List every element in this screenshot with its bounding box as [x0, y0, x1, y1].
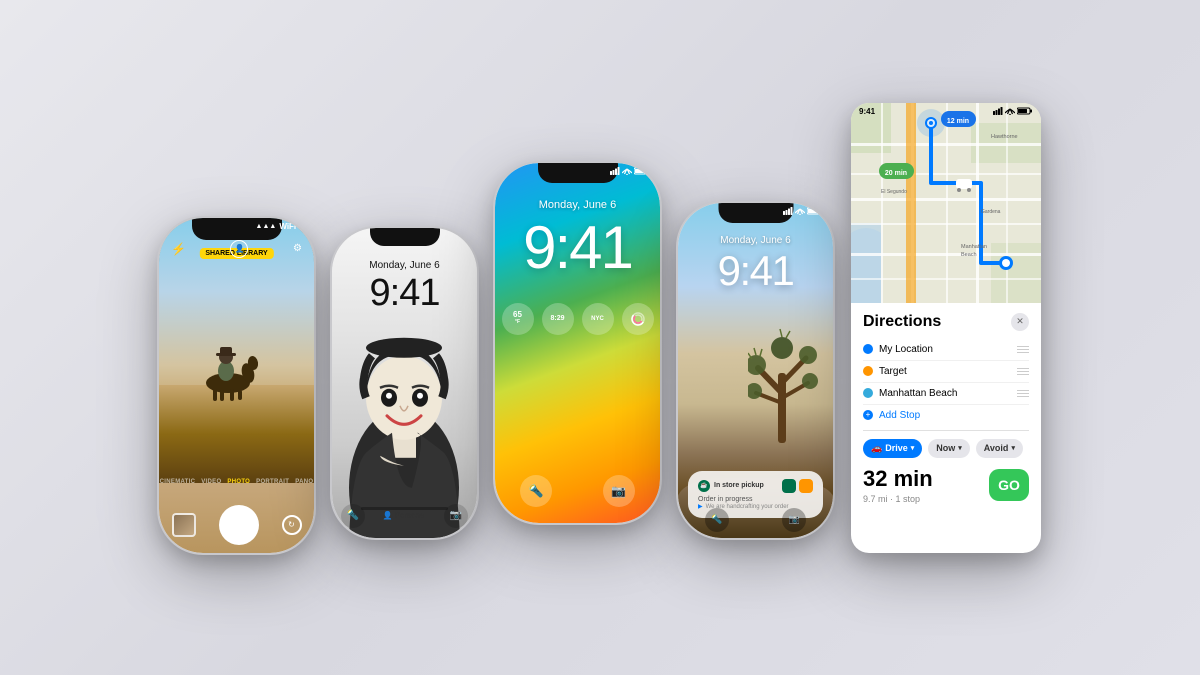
lockscreen-date-4: Monday, June 6: [678, 235, 833, 246]
camera-button[interactable]: 📷: [444, 504, 468, 528]
torch-button-3[interactable]: 🔦: [520, 475, 552, 507]
mode-portrait[interactable]: PORTRAIT: [256, 479, 289, 485]
drive-button[interactable]: 🚗 Drive ▾: [863, 439, 922, 458]
activity-widget: [622, 303, 654, 335]
camera-button-3[interactable]: 📷: [603, 475, 635, 507]
status-icons: ▲▲▲ WiFi □: [256, 222, 304, 231]
people-icon[interactable]: 👤: [230, 240, 248, 258]
manhattan-dot: [863, 388, 873, 398]
maps-panel: 12 min 20 min Hawthorne El Segundo Garde…: [851, 103, 1041, 553]
joshua-tree: [748, 313, 818, 448]
svg-text:12 min: 12 min: [947, 118, 969, 125]
avoid-button[interactable]: Avoid ▾: [976, 439, 1023, 458]
notif-order-text: Order in progress: [698, 496, 813, 503]
widgets-row: 65 °F 8:29 NYC: [495, 303, 660, 335]
mode-photo[interactable]: PHOTO: [227, 479, 250, 485]
my-location-text: My Location: [879, 344, 1011, 355]
camera-top-controls: ⚡ 👤 ⚙: [171, 240, 302, 258]
go-button[interactable]: GO: [989, 469, 1029, 501]
close-button[interactable]: ✕: [1011, 313, 1029, 331]
mode-video[interactable]: VIDEO: [201, 479, 221, 485]
divider: [863, 430, 1029, 431]
drag-handle[interactable]: [1017, 346, 1029, 353]
my-location-dot: [863, 344, 873, 354]
location-widget: NYC: [582, 303, 614, 335]
maps-status-time: 9:41: [859, 107, 875, 116]
time-widget: 8:29: [542, 303, 574, 335]
phone-lockscreen-color: Monday, June 6 9:41 65 °F 8:29 NYC: [495, 163, 660, 523]
torch-button[interactable]: 🔦: [341, 504, 365, 528]
route-time: 32 min: [863, 466, 933, 492]
status-icons-4: [783, 207, 823, 215]
lockscreen-bottom-3: 🔦 📷: [495, 475, 660, 507]
avoid-chevron: ▾: [1011, 444, 1015, 452]
phone-camera: ⚡ ▲▲▲ WiFi □ SHARED LIBRARY ⚡ 👤 ⚙ CINEMA…: [159, 218, 314, 553]
map-view[interactable]: 12 min 20 min Hawthorne El Segundo Garde…: [851, 103, 1041, 303]
svg-text:El Segundo: El Segundo: [881, 189, 907, 195]
mode-pano[interactable]: PANO: [295, 479, 313, 485]
starbucks-app-icon: [782, 479, 796, 493]
maps-status-icons: [993, 107, 1033, 115]
photo-thumbnail[interactable]: [172, 513, 196, 537]
lockscreen-bottom: 🔦 👤 Personal 📷: [332, 504, 477, 528]
shutter-button[interactable]: [221, 507, 257, 543]
car-icon: 🚗: [871, 443, 882, 454]
plus-icon: +: [863, 410, 873, 420]
camera-bottom-controls: ↻: [159, 507, 314, 543]
route-stop-target: Target: [863, 361, 1029, 383]
lockscreen-date-3: Monday, June 6: [495, 199, 660, 211]
drive-chevron: ▾: [911, 444, 915, 452]
target-text: Target: [879, 366, 1011, 377]
status-icons-3: [610, 167, 650, 175]
phones-container: ⚡ ▲▲▲ WiFi □ SHARED LIBRARY ⚡ 👤 ⚙ CINEMA…: [159, 103, 1041, 573]
lockscreen-time-3: 9:41: [495, 213, 660, 282]
settings-icon[interactable]: ⚙: [293, 243, 302, 254]
directions-title: Directions: [863, 313, 941, 331]
route-info: 32 min 9.7 mi · 1 stop: [863, 466, 933, 504]
camera-button-4[interactable]: 📷: [782, 508, 806, 532]
manhattan-text: Manhattan Beach: [879, 388, 1011, 399]
starbucks-icon: ☕: [698, 480, 710, 492]
phone-lockscreen-bw: Monday, June 6 9:41 🔦 👤 Personal 📷: [332, 228, 477, 538]
directions-header: Directions ✕: [863, 313, 1029, 331]
route-options: 🚗 Drive ▾ Now ▾ Avoid ▾: [863, 439, 1029, 458]
route-stop-location: My Location: [863, 339, 1029, 361]
mode-cinematic[interactable]: CINEMATIC: [160, 479, 196, 485]
torch-button-4[interactable]: 🔦: [705, 508, 729, 532]
route-distance: 9.7 mi · 1 stop: [863, 494, 933, 504]
route-stop-manhattan: Manhattan Beach: [863, 383, 1029, 405]
flash-icon[interactable]: ⚡: [171, 242, 186, 256]
svg-text:Manhattan: Manhattan: [961, 244, 987, 250]
lockscreen-time: 9:41: [332, 272, 477, 315]
lockscreen-bottom-4: 🔦 📷: [678, 508, 833, 532]
camera-mode-bar: CINEMATIC VIDEO PHOTO PORTRAIT PANO: [159, 479, 314, 485]
add-stop-row[interactable]: + Add Stop: [863, 405, 1029, 426]
delivery-app-icon: [799, 479, 813, 493]
personal-label: 👤 Personal: [383, 511, 427, 520]
lockscreen-time-4: 9:41: [678, 247, 833, 295]
now-chevron: ▾: [958, 444, 962, 452]
drag-handle-3[interactable]: [1017, 390, 1029, 397]
svg-text:Gardena: Gardena: [981, 209, 1001, 215]
status-time: ⚡: [169, 222, 179, 231]
svg-text:Beach: Beach: [961, 252, 977, 258]
target-dot: [863, 366, 873, 376]
now-button[interactable]: Now ▾: [928, 439, 970, 458]
flip-camera-icon[interactable]: ↻: [282, 515, 302, 535]
svg-text:Hawthorne: Hawthorne: [991, 134, 1018, 140]
phone-lockscreen-desert: Monday, June 6 9:41 ☕ In store pickup Or…: [678, 203, 833, 538]
notif-store-label: In store pickup: [714, 482, 778, 489]
directions-panel: Directions ✕ My Location Target: [851, 303, 1041, 514]
route-summary: 32 min 9.7 mi · 1 stop GO: [863, 466, 1029, 504]
svg-text:20 min: 20 min: [885, 170, 907, 177]
lockscreen-date: Monday, June 6: [332, 260, 477, 271]
notif-app-icons: [782, 479, 813, 493]
drag-handle-2[interactable]: [1017, 368, 1029, 375]
weather-widget: 65 °F: [502, 303, 534, 335]
add-stop-text: Add Stop: [879, 410, 920, 421]
notch: [370, 228, 440, 246]
